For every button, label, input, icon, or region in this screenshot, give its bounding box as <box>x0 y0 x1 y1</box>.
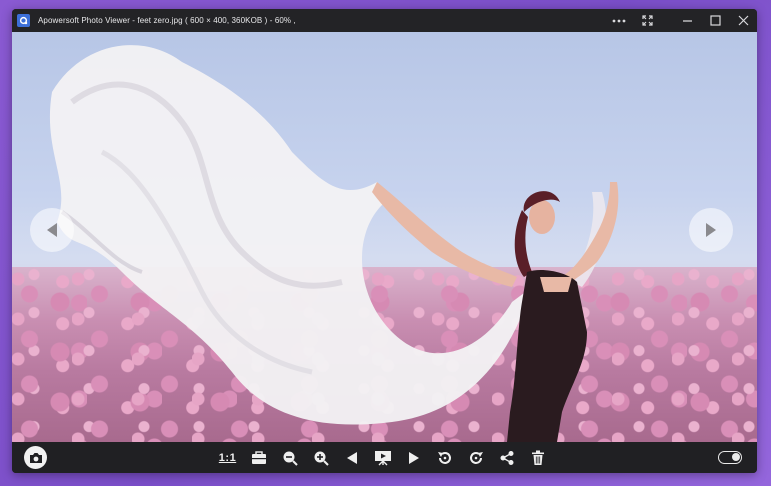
rotate-right-icon[interactable] <box>460 442 491 473</box>
bottom-toolbar: 1:1 <box>12 442 757 473</box>
title-bar[interactable]: Apowersoft Photo Viewer - feet zero.jpg … <box>12 9 757 32</box>
zoom-out-icon[interactable] <box>274 442 305 473</box>
next-icon[interactable] <box>398 442 429 473</box>
share-icon[interactable] <box>491 442 522 473</box>
photo-subject <box>49 45 619 442</box>
actual-size-label: 1:1 <box>218 451 237 464</box>
actual-size-button[interactable]: 1:1 <box>212 442 243 473</box>
toggle-icon[interactable] <box>718 451 742 464</box>
next-image-button[interactable] <box>689 208 733 252</box>
zoom-in-icon[interactable] <box>305 442 336 473</box>
photo-display[interactable] <box>12 32 757 442</box>
more-icon[interactable] <box>605 9 633 32</box>
previous-image-button[interactable] <box>30 208 74 252</box>
window-title: Apowersoft Photo Viewer - feet zero.jpg … <box>38 16 296 25</box>
maximize-icon[interactable] <box>701 9 729 32</box>
app-logo-icon <box>17 14 30 27</box>
toggle-knob <box>732 453 740 461</box>
close-icon[interactable] <box>729 9 757 32</box>
camera-icon[interactable] <box>24 446 47 469</box>
titlebar-spacer <box>661 9 673 32</box>
fullscreen-icon[interactable] <box>633 9 661 32</box>
previous-icon[interactable] <box>336 442 367 473</box>
delete-icon[interactable] <box>522 442 553 473</box>
photo-viewer-window: Apowersoft Photo Viewer - feet zero.jpg … <box>12 9 757 473</box>
rotate-left-icon[interactable] <box>429 442 460 473</box>
toolbox-icon[interactable] <box>243 442 274 473</box>
minimize-icon[interactable] <box>673 9 701 32</box>
slideshow-icon[interactable] <box>367 442 398 473</box>
